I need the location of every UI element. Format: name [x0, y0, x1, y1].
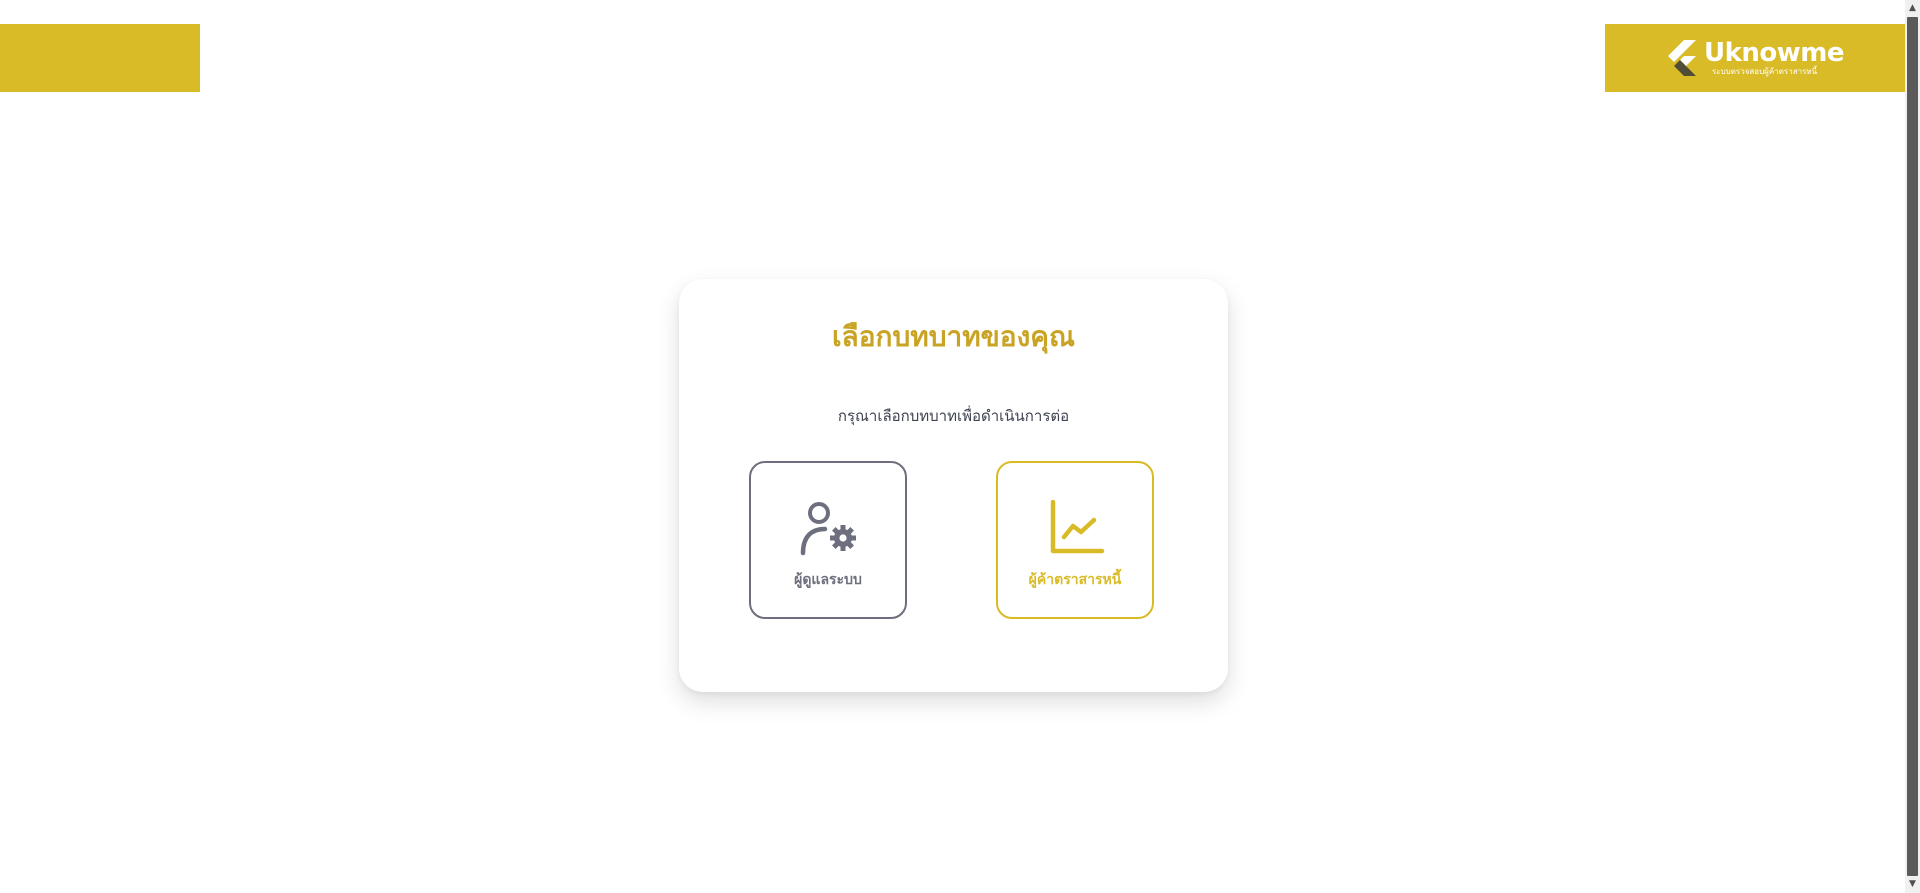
logo-tagline: ระบบตรวจสอบผู้ค้าตราสารหนี้ — [1711, 67, 1818, 76]
flutter-logo-icon — [1667, 40, 1696, 76]
page-subtitle: กรุณาเลือกบทบาทเพื่อดำเนินการต่อ — [837, 407, 1070, 425]
scroll-up-arrow-icon[interactable]: ▲ — [1905, 1, 1920, 16]
role-trader-button[interactable]: ผู้ค้าตราสารหนี้ — [996, 461, 1154, 619]
uknowme-logo[interactable]: Uknowme ระบบตรวจสอบผู้ค้าตราสารหนี้ — [1666, 38, 1845, 78]
scroll-down-arrow-icon[interactable]: ▼ — [1905, 877, 1920, 892]
scrollbar-thumb[interactable] — [1907, 17, 1918, 876]
header-logo-banner: Uknowme ระบบตรวจสอบผู้ค้าตราสารหนี้ — [1605, 24, 1905, 92]
page-title: เลือกบทบาทของคุณ — [831, 320, 1076, 353]
role-selection-card: เลือกบทบาทของคุณ กรุณาเลือกบทบาทเพื่อดำเ… — [679, 279, 1228, 692]
role-trader-label: ผู้ค้าตราสารหนี้ — [1028, 572, 1122, 588]
user-gear-icon — [800, 502, 856, 556]
logo-wordmark: Uknowme — [1703, 38, 1845, 68]
role-admin-button[interactable]: ผู้ดูแลระบบ — [749, 461, 907, 619]
header-left-banner — [0, 24, 200, 92]
line-chart-icon — [1050, 499, 1105, 554]
vertical-scrollbar[interactable]: ▲ ▼ — [1905, 0, 1920, 893]
page: Uknowme ระบบตรวจสอบผู้ค้าตราสารหนี้ เลือ… — [0, 0, 1905, 893]
role-admin-label: ผู้ดูแลระบบ — [794, 572, 862, 588]
